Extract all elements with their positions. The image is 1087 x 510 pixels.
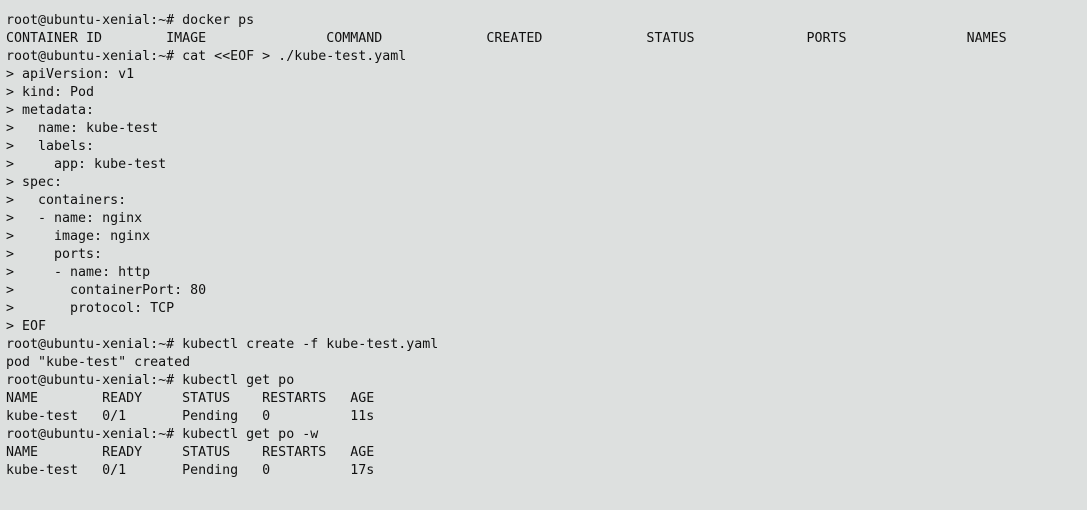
terminal-line: NAME READY STATUS RESTARTS AGE (6, 445, 375, 460)
terminal-line: root@ubuntu-xenial:~# cat <<EOF > ./kube… (6, 49, 407, 64)
terminal-line: > labels: (6, 139, 95, 154)
terminal-line: root@ubuntu-xenial:~# kubectl get po -w (6, 427, 319, 442)
terminal-line: > apiVersion: v1 (6, 67, 135, 82)
terminal-line: > protocol: TCP (6, 301, 175, 316)
terminal-line: > containers: (6, 193, 127, 208)
terminal-line: > EOF (6, 319, 47, 334)
terminal-line: > kind: Pod (6, 85, 95, 100)
terminal-line: > - name: nginx (6, 211, 143, 226)
terminal-line: kube-test 0/1 Pending 0 11s (6, 409, 375, 424)
terminal-line: root@ubuntu-xenial:~# kubectl create -f … (6, 337, 439, 352)
terminal-line: > app: kube-test (6, 157, 167, 172)
terminal-line: root@ubuntu-xenial:~# docker ps (6, 13, 255, 28)
terminal-line: pod "kube-test" created (6, 355, 191, 370)
terminal-line: > image: nginx (6, 229, 151, 244)
terminal-line: CONTAINER ID IMAGE COMMAND CREATED STATU… (6, 31, 1007, 46)
terminal-line: > containerPort: 80 (6, 283, 207, 298)
terminal-line: > - name: http (6, 265, 151, 280)
terminal-line: root@ubuntu-xenial:~# kubectl get po (6, 373, 295, 388)
terminal-line: > metadata: (6, 103, 95, 118)
terminal-line: > spec: (6, 175, 63, 190)
terminal-window[interactable]: root@ubuntu-xenial:~# docker ps CONTAINER… (0, 0, 1087, 510)
terminal-cursor-row[interactable] (6, 480, 1007, 498)
terminal-output: root@ubuntu-xenial:~# docker ps CONTAINER… (6, 0, 1007, 510)
terminal-line: > ports: (6, 247, 103, 262)
terminal-line: NAME READY STATUS RESTARTS AGE (6, 391, 375, 406)
terminal-line: kube-test 0/1 Pending 0 17s (6, 463, 375, 478)
terminal-line: > name: kube-test (6, 121, 159, 136)
